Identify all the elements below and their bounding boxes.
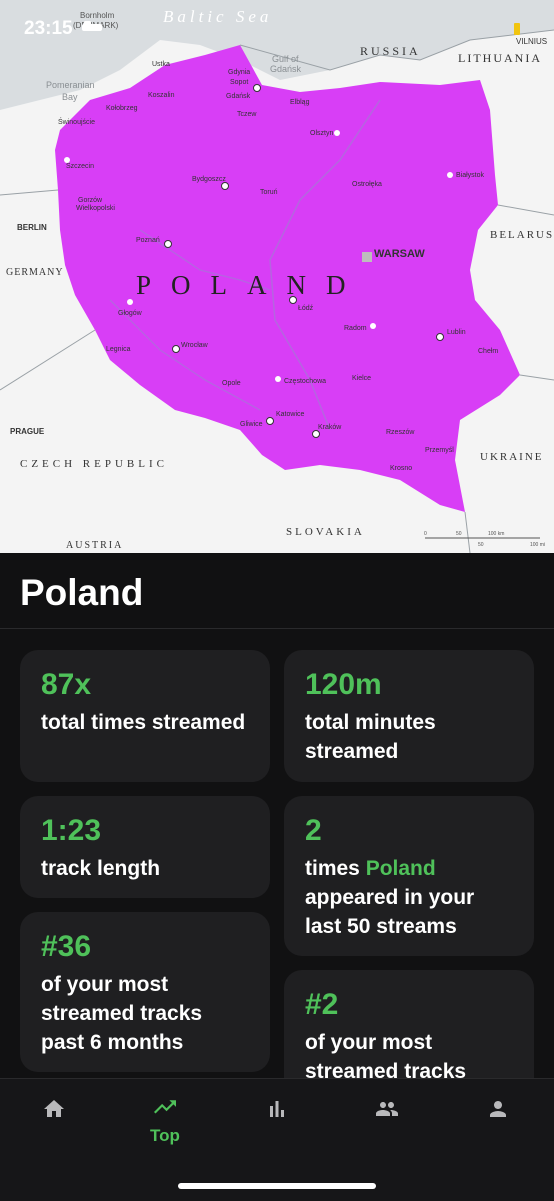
svg-text:Szczecin: Szczecin <box>66 163 94 170</box>
svg-text:Kołobrzeg: Kołobrzeg <box>106 105 138 112</box>
stat-value: 2 <box>305 814 322 847</box>
svg-text:Głogów: Głogów <box>118 310 143 317</box>
svg-text:Chełm: Chełm <box>478 348 498 355</box>
nav-top[interactable]: Top <box>135 1097 195 1146</box>
svg-text:CZECH REPUBLIC: CZECH REPUBLIC <box>20 458 168 470</box>
country-highlight: Poland <box>365 857 436 880</box>
stat-description: times Poland appeared in your last 50 st… <box>305 854 513 941</box>
svg-text:Legnica: Legnica <box>106 346 131 353</box>
svg-text:100 km: 100 km <box>488 531 504 537</box>
svg-text:Katowice: Katowice <box>276 411 305 418</box>
status-time: 23:15 <box>24 18 73 39</box>
stat-value: #36 <box>41 930 92 963</box>
country-label: POLAND <box>136 270 366 300</box>
nav-profile[interactable] <box>468 1097 528 1126</box>
stat-description: track length <box>41 857 161 880</box>
svg-text:Radom: Radom <box>344 325 367 332</box>
svg-text:Kraków: Kraków <box>318 424 342 431</box>
svg-text:BERLIN: BERLIN <box>17 223 47 232</box>
svg-text:Gdynia: Gdynia <box>228 69 250 76</box>
svg-text:GERMANY: GERMANY <box>6 267 64 278</box>
status-bar: 23:15 <box>24 18 103 40</box>
svg-text:Gdańsk: Gdańsk <box>226 93 251 100</box>
svg-text:Pomeranian: Pomeranian <box>46 80 95 90</box>
stat-desc-post: appeared in your last 50 streams <box>305 886 475 938</box>
svg-text:PRAGUE: PRAGUE <box>10 427 45 436</box>
stat-value: 87x <box>41 668 92 701</box>
battery-icon <box>494 22 534 36</box>
svg-text:Kielce: Kielce <box>352 375 371 382</box>
svg-text:0: 0 <box>424 531 427 537</box>
svg-text:Wrocław: Wrocław <box>181 342 209 349</box>
svg-text:Gdańsk: Gdańsk <box>270 64 302 74</box>
svg-text:Częstochowa: Częstochowa <box>284 378 326 385</box>
stat-card-minutes-streamed: 120m total minutes streamed <box>284 650 534 782</box>
svg-text:Bydgoszcz: Bydgoszcz <box>192 176 226 183</box>
svg-text:Rzeszów: Rzeszów <box>386 429 415 436</box>
home-indicator <box>178 1183 376 1189</box>
svg-text:Sopot: Sopot <box>230 79 248 86</box>
stat-card-times-streamed: 87x total times streamed <box>20 650 270 782</box>
stat-description: total minutes streamed <box>305 711 436 763</box>
svg-text:RUSSIA: RUSSIA <box>360 44 421 58</box>
country-map-image: Baltic Sea Bornholm (DENMARK) RUSSIA LIT… <box>0 0 554 553</box>
sea-label: Baltic Sea <box>163 7 272 26</box>
svg-text:Lublin: Lublin <box>447 329 466 336</box>
home-icon <box>41 1100 67 1125</box>
page-title: Poland <box>20 572 144 613</box>
bar-chart-icon <box>265 1101 289 1125</box>
svg-text:50: 50 <box>456 531 462 537</box>
svg-text:50: 50 <box>478 542 484 548</box>
stat-value: 120m <box>305 668 382 701</box>
capital-label: WARSAW <box>374 248 425 260</box>
svg-text:Toruń: Toruń <box>260 189 278 196</box>
svg-text:Przemyśl: Przemyśl <box>425 447 454 454</box>
svg-text:SLOVAKIA: SLOVAKIA <box>286 526 365 538</box>
svg-text:Gliwice: Gliwice <box>240 421 263 428</box>
stat-card-track-length: 1:23 track length <box>20 796 270 898</box>
header-divider <box>0 628 554 629</box>
svg-text:LITHUANIA: LITHUANIA <box>458 51 542 65</box>
svg-text:Bay: Bay <box>62 92 78 102</box>
stat-description: of your most streamed tracks past 6 mont… <box>41 973 203 1054</box>
svg-text:Tczew: Tczew <box>237 111 257 118</box>
svg-text:Koszalin: Koszalin <box>148 92 175 99</box>
people-icon <box>371 1102 403 1125</box>
svg-text:UKRAINE: UKRAINE <box>480 451 544 463</box>
svg-text:Białystok: Białystok <box>456 172 485 179</box>
svg-text:VILNIUS: VILNIUS <box>516 37 547 46</box>
svg-text:Poznań: Poznań <box>136 237 160 244</box>
svg-text:Opole: Opole <box>222 380 241 387</box>
svg-text:Krosno: Krosno <box>390 465 412 472</box>
svg-text:Wielkopolski: Wielkopolski <box>76 205 115 212</box>
sleep-icon <box>81 18 103 40</box>
svg-text:Olsztyn: Olsztyn <box>310 130 333 137</box>
trending-icon <box>151 1100 179 1123</box>
stat-desc-pre: times <box>305 857 360 880</box>
svg-text:100 mi: 100 mi <box>530 542 545 548</box>
nav-home[interactable] <box>24 1097 84 1126</box>
stat-value: 1:23 <box>41 814 102 847</box>
stat-value: #2 <box>305 988 339 1021</box>
svg-text:BELARUS: BELARUS <box>490 229 554 241</box>
svg-text:Ostrołęka: Ostrołęka <box>352 181 382 188</box>
svg-text:Świnoujście: Świnoujście <box>58 117 95 126</box>
stat-description: total times streamed <box>41 711 246 734</box>
svg-text:Gorzów: Gorzów <box>78 197 103 204</box>
person-icon <box>485 1101 511 1125</box>
nav-top-label: Top <box>150 1126 180 1145</box>
svg-text:Ustka: Ustka <box>152 61 170 68</box>
nav-charts[interactable] <box>247 1097 307 1126</box>
stat-card-rank-6-months: #36 of your most streamed tracks past 6 … <box>20 912 270 1072</box>
svg-text:Elbląg: Elbląg <box>290 99 310 106</box>
nav-friends[interactable] <box>357 1097 417 1126</box>
stat-card-appearances: 2 times Poland appeared in your last 50 … <box>284 796 534 956</box>
svg-text:Gulf of: Gulf of <box>272 54 299 64</box>
svg-text:AUSTRIA: AUSTRIA <box>66 540 123 551</box>
svg-text:Łódź: Łódź <box>298 305 314 312</box>
